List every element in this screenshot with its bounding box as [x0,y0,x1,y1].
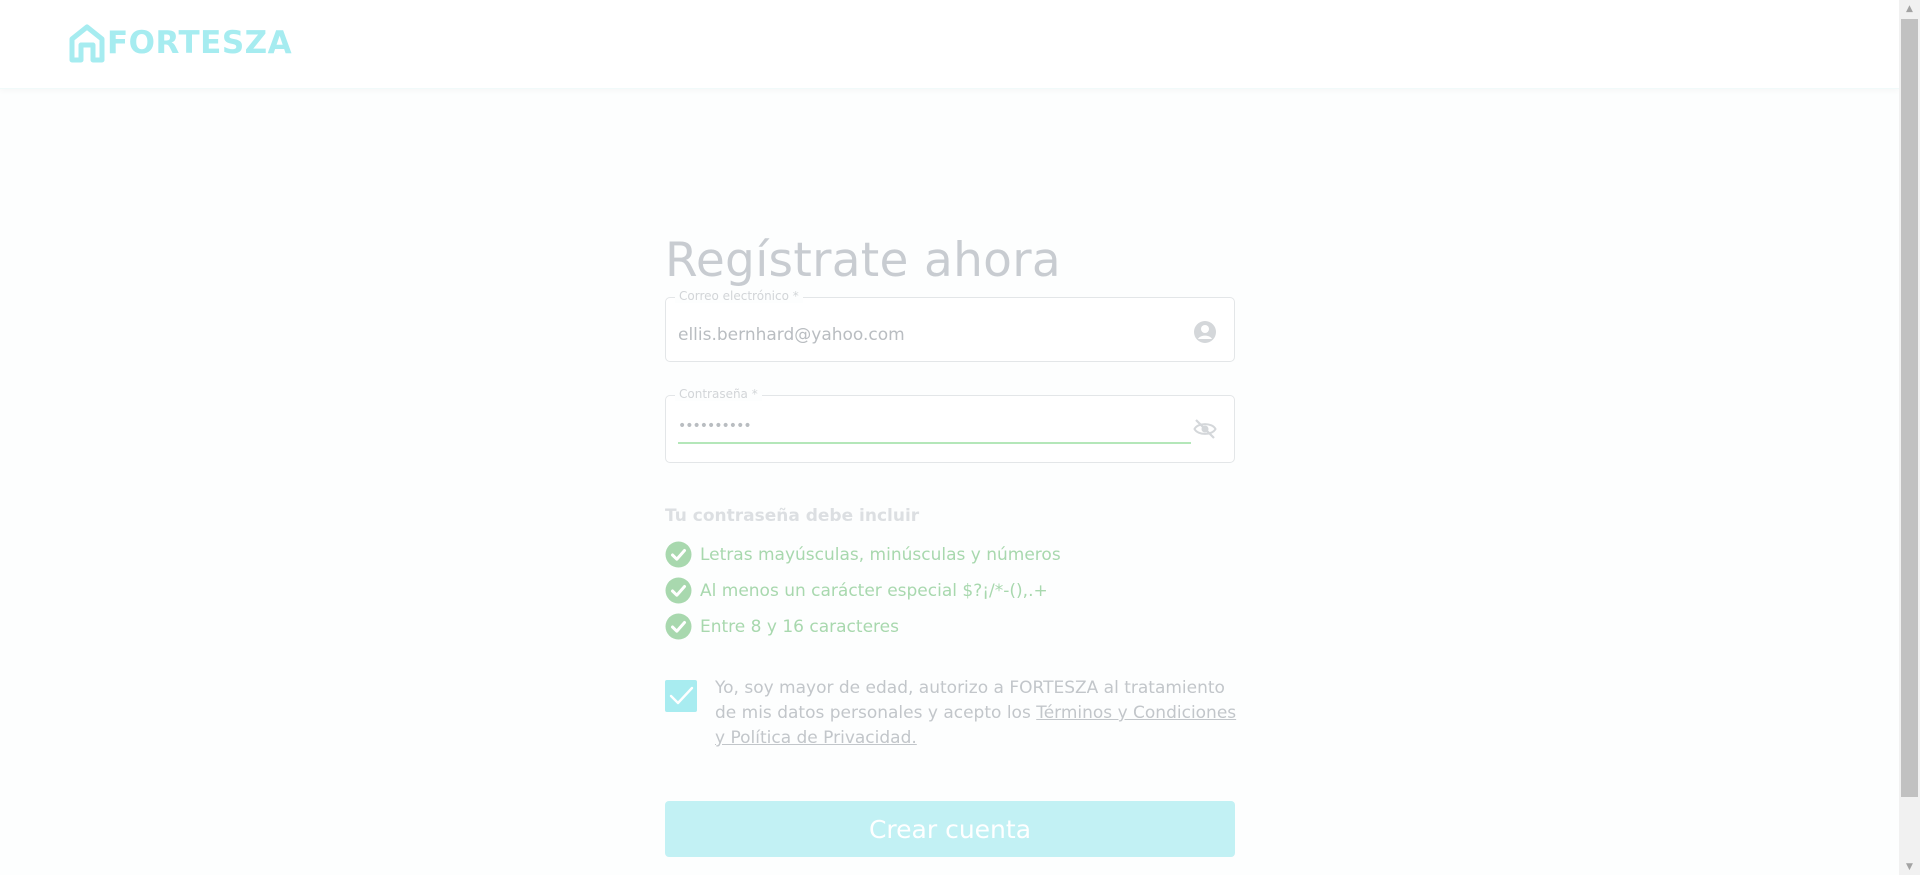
email-field[interactable]: Correo electrónico * ellis.bernhard@yaho… [665,289,1235,362]
house-logo-icon [69,24,105,63]
password-field[interactable]: Contraseña * •••••••••• [665,387,1235,463]
check-icon [669,686,694,705]
requirement-text: Entre 8 y 16 caracteres [700,616,899,637]
scroll-up-arrow-icon[interactable]: ▲ [1899,0,1920,17]
brand-logo[interactable]: FORTESZA [69,23,292,63]
terms-text: Yo, soy mayor de edad, autorizo a FORTES… [715,676,1245,751]
password-input[interactable]: •••••••••• [678,418,752,434]
vertical-scrollbar[interactable]: ▲ ▼ [1899,0,1920,875]
password-requirements-title: Tu contraseña debe incluir [665,506,920,526]
check-circle-icon [665,541,692,568]
requirement-text: Al menos un carácter especial $?¡/*-(),.… [700,580,1048,601]
requirement-item: Letras mayúsculas, minúsculas y números [665,541,1061,568]
scrollbar-thumb[interactable] [1901,19,1918,797]
top-header: FORTESZA [0,0,1899,89]
brand-name: FORTESZA [107,25,293,61]
email-input[interactable]: ellis.bernhard@yahoo.com [678,325,905,345]
requirement-item: Entre 8 y 16 caracteres [665,613,899,640]
requirement-text: Letras mayúsculas, minúsculas y números [700,544,1061,565]
email-label: Correo electrónico * [675,289,803,303]
page-title: Regístrate ahora [665,233,1061,289]
eye-off-icon[interactable] [1193,417,1217,441]
password-label: Contraseña * [675,387,762,401]
requirement-item: Al menos un carácter especial $?¡/*-(),.… [665,577,1048,604]
terms-checkbox[interactable] [665,680,697,712]
create-account-button[interactable]: Crear cuenta [665,801,1235,857]
check-circle-icon [665,613,692,640]
user-circle-icon [1194,321,1216,343]
check-circle-icon [665,577,692,604]
scroll-down-arrow-icon[interactable]: ▼ [1899,858,1920,875]
password-focus-underline [678,442,1191,444]
